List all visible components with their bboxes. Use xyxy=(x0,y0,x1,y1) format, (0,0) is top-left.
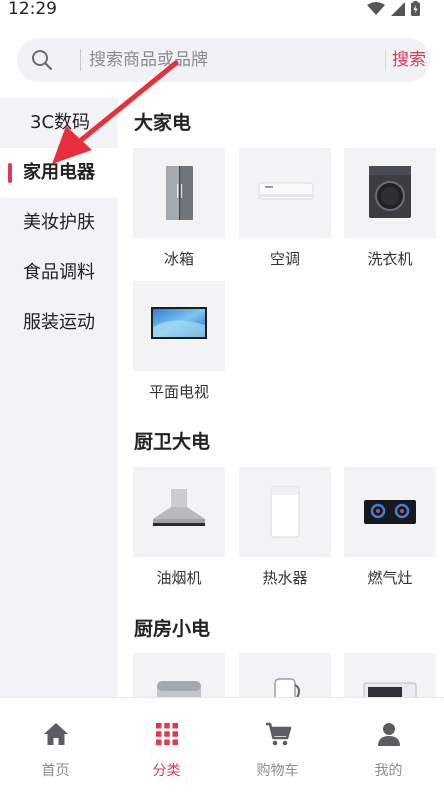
bottom-nav: 首页 分类 购物车 我的 xyxy=(0,697,444,792)
category-tile-water-heater[interactable]: 热水器 xyxy=(239,467,331,588)
category-tile-small-appliance[interactable] xyxy=(239,653,331,697)
nav-item-home[interactable]: 首页 xyxy=(0,698,111,792)
rice-cooker-image xyxy=(133,653,225,697)
kettle-image xyxy=(239,653,331,697)
sidebar-item-label: 家用电器 xyxy=(23,162,95,183)
nav-label: 首页 xyxy=(41,763,70,779)
search-button[interactable]: 搜索 xyxy=(392,38,430,82)
range-hood-image xyxy=(133,467,225,557)
home-icon xyxy=(43,723,68,745)
sidebar-item-label: 食品调料 xyxy=(23,262,95,283)
status-icons xyxy=(367,1,420,16)
signal-icon xyxy=(391,1,405,16)
tile-label: 空调 xyxy=(269,250,300,268)
sidebar-item-label: 美妆护肤 xyxy=(23,212,95,233)
section-title-small-kitchen: 厨房小电 xyxy=(134,618,211,640)
category-tile-flat-tv[interactable]: 平面电视 xyxy=(133,281,225,402)
category-sidebar: 3C数码 家用电器 美妆护肤 食品调料 服装运动 xyxy=(0,98,118,697)
search-icon[interactable] xyxy=(31,49,53,71)
water-heater-image xyxy=(239,467,331,557)
nav-label: 购物车 xyxy=(256,763,299,779)
nav-item-cart[interactable]: 购物车 xyxy=(222,698,333,792)
sidebar-item-apparel-sports[interactable]: 服装运动 xyxy=(0,298,118,348)
flat-tv-image xyxy=(133,281,225,371)
category-tile-small-appliance[interactable] xyxy=(133,653,225,697)
section-title-major-appliances: 大家电 xyxy=(134,112,192,134)
category-tile-washing-machine[interactable]: 洗衣机 xyxy=(344,148,436,269)
sidebar-item-label: 服装运动 xyxy=(23,312,95,333)
sidebar-item-label: 3C数码 xyxy=(30,112,91,133)
status-time: 12:29 xyxy=(8,0,57,19)
sidebar-item-home-appliances[interactable]: 家用电器 xyxy=(0,148,118,198)
wifi-icon xyxy=(367,1,385,15)
microwave-image xyxy=(344,653,436,697)
category-content: 大家电 冰箱 空调 洗衣机 平面电视 厨卫大电 油烟机 热水器 燃气灶 厨房小电 xyxy=(118,98,444,697)
air-conditioner-image xyxy=(239,148,331,238)
nav-label: 我的 xyxy=(374,763,403,779)
user-icon xyxy=(377,723,400,746)
category-tile-small-appliance[interactable] xyxy=(344,653,436,697)
category-tile-range-hood[interactable]: 油烟机 xyxy=(133,467,225,588)
gas-stove-image xyxy=(344,467,436,557)
search-divider xyxy=(385,49,386,71)
battery-icon xyxy=(411,1,420,16)
nav-item-profile[interactable]: 我的 xyxy=(333,698,444,792)
category-tile-gas-stove[interactable]: 燃气灶 xyxy=(344,467,436,588)
grid-icon xyxy=(155,723,178,745)
search-divider xyxy=(80,49,81,71)
tile-label: 热水器 xyxy=(262,569,308,587)
tile-label: 燃气灶 xyxy=(367,569,413,587)
nav-item-category[interactable]: 分类 xyxy=(111,698,222,792)
tile-label: 冰箱 xyxy=(163,250,194,268)
tile-label: 平面电视 xyxy=(148,383,209,401)
sidebar-item-3c-digital[interactable]: 3C数码 xyxy=(0,98,118,148)
tile-label: 油烟机 xyxy=(156,569,202,587)
section-title-kitchen-bath: 厨卫大电 xyxy=(134,431,211,453)
search-bar: 搜索 xyxy=(17,38,430,82)
sidebar-item-beauty-skincare[interactable]: 美妆护肤 xyxy=(0,198,118,248)
sidebar-item-food-seasoning[interactable]: 食品调料 xyxy=(0,248,118,298)
refrigerator-image xyxy=(133,148,225,238)
category-tile-refrigerator[interactable]: 冰箱 xyxy=(133,148,225,269)
washing-machine-image xyxy=(344,148,436,238)
category-tile-air-conditioner[interactable]: 空调 xyxy=(239,148,331,269)
search-input[interactable] xyxy=(89,38,379,82)
nav-label: 分类 xyxy=(152,763,181,779)
status-bar: 12:29 xyxy=(0,0,444,20)
tile-label: 洗衣机 xyxy=(367,250,413,268)
cart-icon xyxy=(265,722,291,746)
